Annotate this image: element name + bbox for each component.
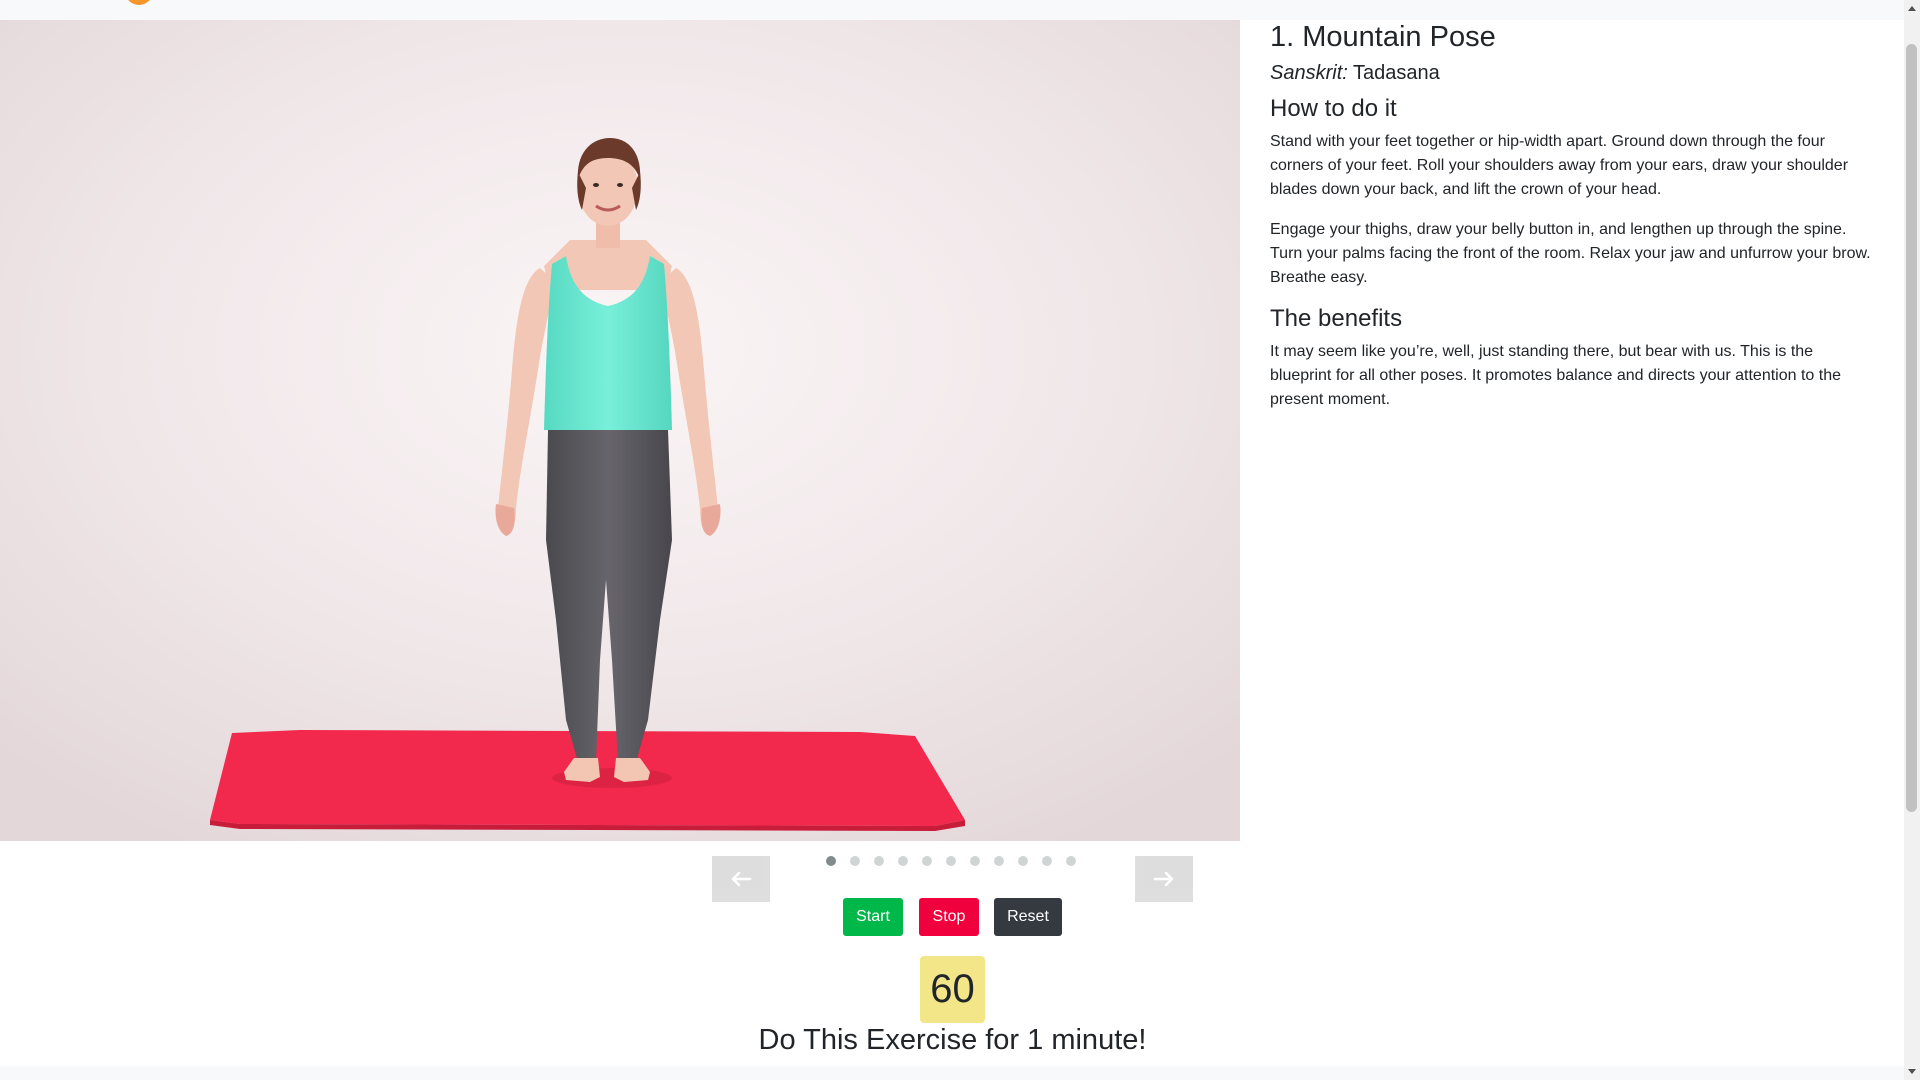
carousel-prev-button[interactable] <box>712 856 770 902</box>
carousel-indicators <box>826 856 1076 866</box>
sanskrit-label: Sanskrit: <box>1270 62 1348 84</box>
how-to-paragraph-2: Engage your thighs, draw your belly butt… <box>1270 221 1871 286</box>
carousel-indicator-dot[interactable] <box>1066 856 1076 866</box>
page-scrollbar[interactable] <box>1904 0 1920 1080</box>
how-to-heading: How to do it <box>1270 95 1397 122</box>
carousel-indicator-dot[interactable] <box>1018 856 1028 866</box>
sanskrit-value: Tadasana <box>1353 62 1440 84</box>
scroll-up-icon[interactable] <box>1908 6 1916 11</box>
exercise-instruction: Do This Exercise for 1 minute! <box>758 1024 1147 1056</box>
carousel-indicator-dot[interactable] <box>826 856 836 866</box>
carousel-indicator-dot[interactable] <box>922 856 932 866</box>
carousel-indicator-dot[interactable] <box>1042 856 1052 866</box>
start-button[interactable]: Start <box>843 898 903 936</box>
pose-title: 1. Mountain Pose <box>1270 21 1496 53</box>
sanskrit-name: Sanskrit: Tadasana <box>1270 60 1440 86</box>
pose-photo <box>0 20 1240 841</box>
brand-logo-icon[interactable] <box>125 0 153 5</box>
reset-button[interactable]: Reset <box>994 898 1062 936</box>
benefits-paragraph: It may seem like you’re, well, just stan… <box>1270 343 1841 408</box>
benefits-heading: The benefits <box>1270 305 1403 332</box>
countdown-timer: 60 <box>920 956 985 1023</box>
footer-strip <box>0 1066 1904 1080</box>
carousel-indicator-dot[interactable] <box>994 856 1004 866</box>
carousel-indicator-dot[interactable] <box>850 856 860 866</box>
carousel-next-button[interactable] <box>1135 856 1193 902</box>
carousel-indicator-dot[interactable] <box>898 856 908 866</box>
arrow-left-icon <box>731 871 752 887</box>
carousel-indicator-dot[interactable] <box>874 856 884 866</box>
how-to-paragraph-1: Stand with your feet together or hip-wid… <box>1270 133 1849 198</box>
carousel-indicator-dot[interactable] <box>946 856 956 866</box>
scroll-down-icon[interactable] <box>1908 1069 1916 1074</box>
carousel-indicator-dot[interactable] <box>970 856 980 866</box>
mountain-pose-illustration <box>0 20 1240 841</box>
scrollbar-thumb[interactable] <box>1906 44 1917 812</box>
top-navbar <box>0 0 1904 20</box>
stop-button[interactable]: Stop <box>919 898 979 936</box>
arrow-right-icon <box>1153 871 1174 887</box>
